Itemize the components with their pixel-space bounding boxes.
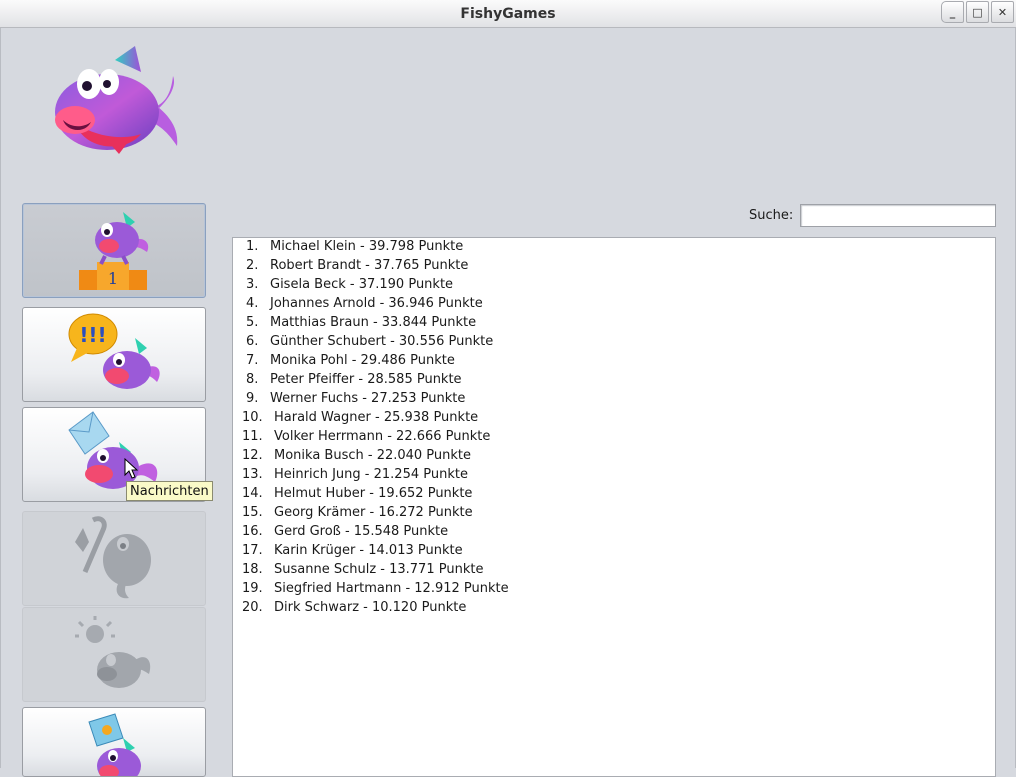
mouse-cursor-icon [124,458,138,479]
rank-entry-text: Georg Krämer - 16.272 Punkte [274,505,473,520]
rank-entry-text: Johannes Arnold - 36.946 Punkte [270,296,483,311]
list-item[interactable]: 4. Johannes Arnold - 36.946 Punkte [233,294,995,313]
rank-number: 2. [246,258,259,273]
rank-number: 13. [242,467,263,482]
rank-number: 4. [246,296,259,311]
search-input[interactable] [800,204,996,227]
main-window: 1 !!! Nachrichten Suche: 1. Michael Klei… [0,28,1016,777]
picture-fish-icon [88,713,141,776]
svg-text:1: 1 [108,269,118,288]
rank-entry-text: Robert Brandt - 37.765 Punkte [270,258,469,273]
rank-entry-text: Gerd Groß - 15.548 Punkte [274,524,449,539]
sidebar-item-pictures[interactable] [22,707,206,777]
list-item[interactable]: 17. Karin Krüger - 14.013 Punkte [233,541,995,560]
speech-bubble-fish-icon: !!! [68,313,160,389]
maximize-button[interactable]: □ [966,1,989,23]
list-item[interactable]: 18. Susanne Schulz - 13.771 Punkte [233,560,995,579]
ranking-list[interactable]: 1. Michael Klein - 39.798 Punkte 2. Robert … [232,237,996,777]
list-item[interactable]: 14. Helmut Huber - 19.652 Punkte [233,484,995,503]
lightbulb-fish-icon [75,616,151,688]
rank-entry-text: Matthias Braun - 33.844 Punkte [270,315,477,330]
list-item[interactable]: 13. Heinrich Jung - 21.254 Punkte [233,465,995,484]
list-item[interactable]: 2. Robert Brandt - 37.765 Punkte [233,256,995,275]
search-label: Suche: [749,208,794,223]
rank-number: 6. [246,334,259,349]
list-item[interactable]: 19. Siegfried Hartmann - 12.912 Punkte [233,579,995,598]
list-item[interactable]: 9. Werner Fuchs - 27.253 Punkte [233,389,995,408]
window-title-bar[interactable]: FishyGames _ □ ✕ [0,0,1016,28]
close-icon: ✕ [997,5,1008,19]
list-item[interactable]: 5. Matthias Braun - 33.844 Punkte [233,313,995,332]
list-item[interactable]: 10. Harald Wagner - 25.938 Punkte [233,408,995,427]
list-item[interactable]: 20. Dirk Schwarz - 10.120 Punkte [233,598,995,617]
sidebar-item-chat[interactable]: !!! [22,307,206,402]
list-item[interactable]: 1. Michael Klein - 39.798 Punkte [233,237,995,256]
rank-entry-text: Heinrich Jung - 21.254 Punkte [274,467,468,482]
fishygames-logo [55,46,178,154]
sidebar-item-ideas[interactable] [22,607,206,702]
rank-entry-text: Volker Herrmann - 22.666 Punkte [274,429,491,444]
list-item[interactable]: 8. Peter Pfeiffer - 28.585 Punkte [233,370,995,389]
rank-entry-text: Harald Wagner - 25.938 Punkte [274,410,479,425]
rank-number: 3. [246,277,259,292]
list-item[interactable]: 16. Gerd Groß - 15.548 Punkte [233,522,995,541]
svg-text:!!!: !!! [79,323,106,347]
rank-entry-text: Monika Busch - 22.040 Punkte [274,448,472,463]
rank-entry-text: Monika Pohl - 29.486 Punkte [270,353,455,368]
list-item[interactable]: 7. Monika Pohl - 29.486 Punkte [233,351,995,370]
wrench-fish-icon [75,516,151,599]
list-item[interactable]: 15. Georg Krämer - 16.272 Punkte [233,503,995,522]
rank-entry-text: Günther Schubert - 30.556 Punkte [270,334,494,349]
list-item[interactable]: 12. Monika Busch - 22.040 Punkte [233,446,995,465]
rank-number: 17. [242,543,263,558]
rank-number: 19. [242,581,263,596]
rank-number: 1. [246,239,259,254]
rank-number: 9. [246,391,259,406]
rank-entry-text: Helmut Huber - 19.652 Punkte [274,486,473,501]
sidebar-item-tools[interactable] [22,511,206,606]
minimize-button[interactable]: _ [941,1,964,23]
podium-fish-icon: 1 [79,212,149,290]
tooltip-messages: Nachrichten [126,481,213,501]
rank-number: 16. [242,524,263,539]
rank-entry-text: Werner Fuchs - 27.253 Punkte [270,391,466,406]
rank-number: 14. [242,486,263,501]
rank-number: 5. [246,315,259,330]
rank-number: 15. [242,505,263,520]
sidebar-item-ranking[interactable]: 1 [22,203,206,298]
rank-entry-text: Siegfried Hartmann - 12.912 Punkte [274,581,509,596]
rank-number: 8. [246,372,259,387]
close-button[interactable]: ✕ [991,1,1014,23]
rank-entry-text: Dirk Schwarz - 10.120 Punkte [274,600,467,615]
rank-entry-text: Michael Klein - 39.798 Punkte [270,239,464,254]
rank-number: 18. [242,562,263,577]
rank-entry-text: Gisela Beck - 37.190 Punkte [270,277,454,292]
rank-number: 12. [242,448,263,463]
rank-number: 11. [242,429,263,444]
list-item[interactable]: 3. Gisela Beck - 37.190 Punkte [233,275,995,294]
list-item[interactable]: 6. Günther Schubert - 30.556 Punkte [233,332,995,351]
window-controls: _ □ ✕ [939,1,1014,25]
rank-entry-text: Susanne Schulz - 13.771 Punkte [274,562,484,577]
rank-number: 20. [242,600,263,615]
window-title: FishyGames [460,6,556,22]
minimize-icon: _ [949,5,956,19]
rank-entry-text: Peter Pfeiffer - 28.585 Punkte [270,372,462,387]
list-item[interactable]: 11. Volker Herrmann - 22.666 Punkte [233,427,995,446]
rank-entry-text: Karin Krüger - 14.013 Punkte [274,543,463,558]
rank-number: 7. [246,353,259,368]
rank-number: 10. [242,410,263,425]
maximize-icon: □ [972,5,983,19]
